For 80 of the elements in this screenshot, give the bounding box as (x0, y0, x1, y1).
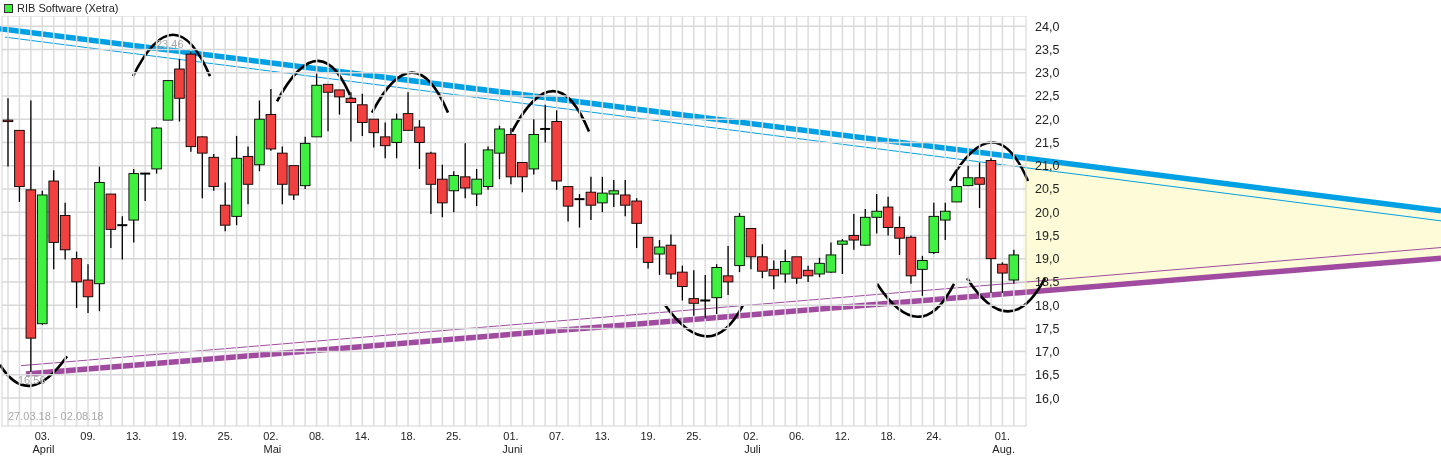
candlestick (882, 196, 894, 237)
high-value-label: 23,46 (156, 37, 184, 50)
low-value-label: 16,56 (18, 374, 46, 387)
y-axis-label: 23,0 (1035, 66, 1060, 81)
x-axis-label: 18. (400, 430, 416, 442)
candlestick (608, 179, 620, 208)
candlestick (597, 176, 608, 213)
x-axis-label: 01. Aug. (992, 430, 1015, 455)
y-axis-label: 17,5 (1035, 321, 1060, 336)
x-axis-label: 13. (126, 430, 142, 442)
candlestick (437, 164, 448, 218)
x-axis-label: 14. (354, 430, 370, 442)
y-axis-label: 20,5 (1035, 182, 1060, 197)
candlestick (917, 255, 928, 297)
candlestick (265, 88, 277, 152)
x-axis-label: 12. (834, 430, 851, 442)
x-axis-label: 06. (789, 430, 805, 442)
y-axis-label: 18,0 (1035, 298, 1060, 313)
candlestick (2, 97, 14, 168)
candlestick (311, 73, 322, 138)
date-range-label: 27.03.18 - 02.08.18 (8, 410, 104, 422)
candlestick (940, 202, 951, 241)
candlestick (837, 238, 848, 275)
x-axis-label: 13. (594, 430, 610, 442)
candlestick (71, 251, 82, 309)
y-axis-label: 16,5 (1035, 368, 1060, 383)
candlestick (448, 170, 459, 213)
y-axis-label: 22,0 (1035, 112, 1060, 127)
candlestick (894, 215, 905, 256)
y-axis-label: 19,0 (1035, 252, 1060, 267)
y-axis-label: 23,5 (1035, 42, 1060, 57)
x-axis-label: 08. (308, 430, 325, 442)
candlestick (665, 233, 677, 280)
candlestick (905, 234, 917, 285)
x-axis-label: 09. (80, 430, 96, 442)
y-axis-label: 16,0 (1035, 391, 1060, 406)
candlestick (402, 91, 414, 131)
x-axis-label: 25. (446, 430, 462, 442)
x-axis-label: 07. (549, 430, 565, 442)
x-axis-label: 25. (686, 430, 702, 442)
x-axis-label: 03. April (32, 430, 55, 455)
candlestick (379, 121, 391, 159)
y-axis-label: 17,0 (1035, 345, 1060, 360)
x-axis-label: 24. (926, 430, 942, 442)
candlestick (619, 179, 631, 217)
x-axis-label: 25. (217, 430, 233, 442)
candlestick (848, 213, 860, 251)
x-axis-label: 02. Mai (263, 430, 282, 455)
y-axis-label: 20,0 (1035, 205, 1060, 220)
y-axis-label: 21,5 (1035, 135, 1060, 150)
candlestick (928, 202, 940, 255)
candlestick (757, 243, 768, 279)
candlestick (860, 208, 871, 247)
candlestick (780, 249, 791, 284)
candlestick (699, 274, 712, 320)
x-axis-label: 19. (640, 430, 656, 442)
candlestick (573, 193, 586, 229)
candlestick (768, 259, 780, 290)
y-axis-label: 19,5 (1035, 228, 1060, 243)
candlestick (871, 193, 882, 235)
candlestick (677, 265, 688, 302)
candlestick (482, 145, 494, 191)
x-axis-label: 19. (171, 430, 188, 442)
candlestick (654, 239, 665, 276)
legend-swatch (4, 3, 13, 13)
x-axis-label: 18. (880, 430, 896, 442)
candlestick (688, 269, 700, 317)
candlestick (494, 125, 505, 180)
x-axis-label: 01. Juni (502, 430, 523, 455)
candlestick (1008, 249, 1020, 285)
legend-label: RIB Software (Xetra) (17, 2, 119, 14)
candlestick (711, 263, 722, 315)
y-axis-label: 22,5 (1035, 89, 1060, 104)
y-axis-label: 24,0 (1035, 19, 1060, 34)
candlestick (425, 151, 437, 215)
x-axis-label: 02. Juli (743, 430, 761, 455)
candlestick (585, 176, 597, 221)
candlestick (391, 112, 402, 159)
candlestick (722, 245, 734, 296)
candlestick (414, 119, 425, 170)
